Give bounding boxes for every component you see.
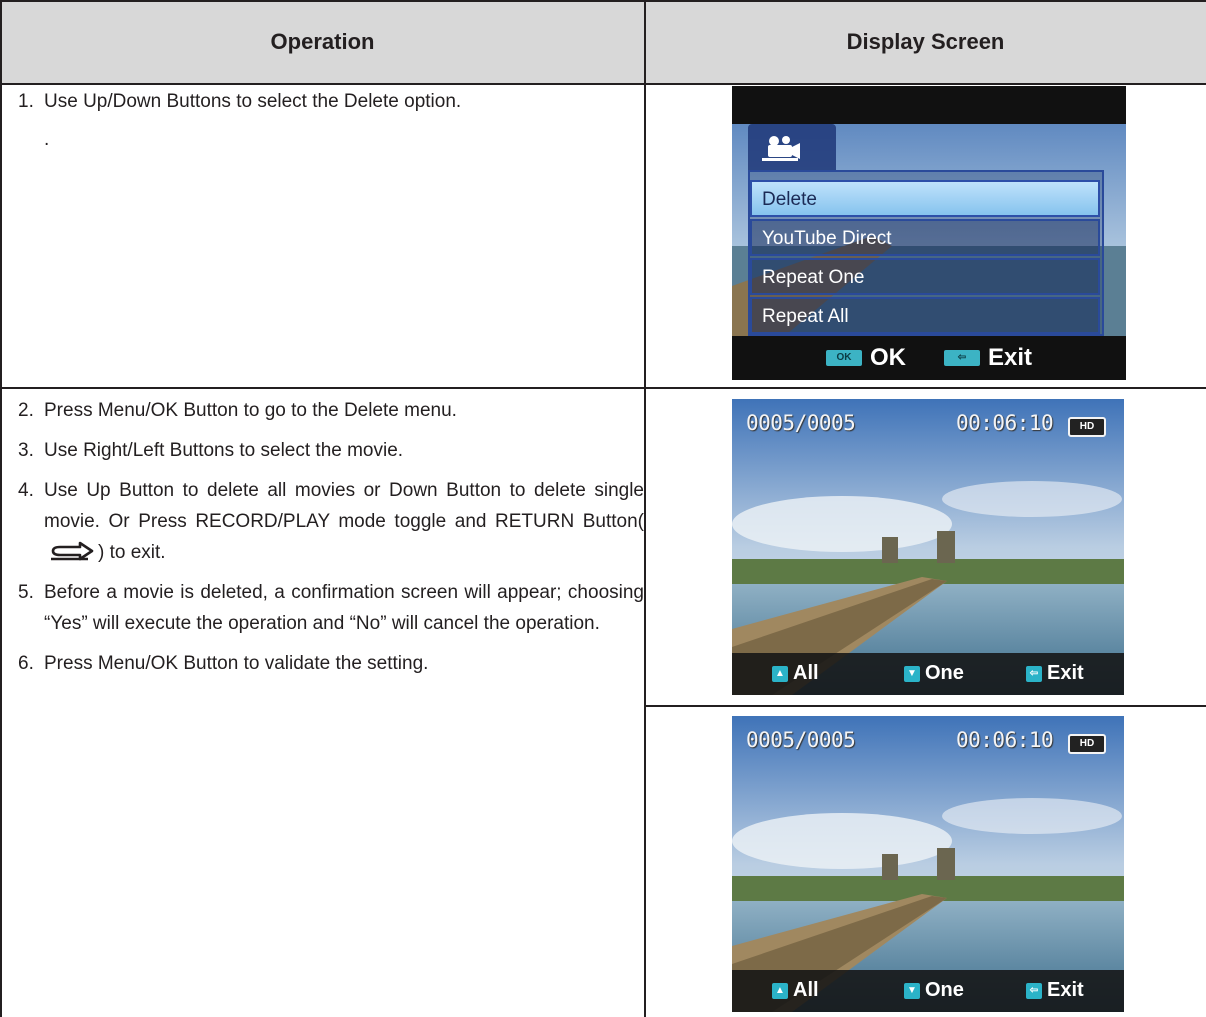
all-key: ▲ All [772, 979, 819, 1002]
table-column-divider [644, 0, 646, 1017]
table-border-left [0, 0, 2, 1017]
step-number: 4. [18, 480, 34, 501]
ok-label: OK [869, 344, 906, 371]
step-item: 3. Use Right/Left Buttons to select the … [18, 435, 644, 466]
hd-badge: HD [1068, 417, 1106, 437]
hd-badge: HD [1068, 734, 1106, 754]
up-arrow-icon: ▲ [772, 665, 788, 682]
exit-key: ⇦ Exit [1026, 979, 1084, 1002]
return-button-icon [51, 541, 94, 561]
table-row-divider [0, 387, 1206, 389]
step-number: 3. [18, 440, 34, 461]
one-key: ▼ One [904, 979, 964, 1002]
background-photo [732, 399, 1124, 695]
step-text: Use Up/Down Buttons to select the Delete… [44, 91, 462, 112]
step-text: Press Menu/OK Button to validate the set… [44, 653, 429, 674]
menu-tab [748, 124, 836, 170]
background-photo [732, 716, 1124, 1012]
step-number: 5. [18, 582, 34, 603]
step-number: 2. [18, 400, 34, 421]
step-number: 1. [18, 91, 34, 112]
menu-item-youtube-direct[interactable]: YouTube Direct [750, 219, 1100, 256]
step-number: 6. [18, 653, 34, 674]
exit-key: ⇦ Exit [943, 344, 1032, 372]
table-border-top [0, 0, 1206, 2]
file-counter: 0005/0005 [746, 411, 856, 435]
one-label: One [925, 979, 964, 1001]
file-counter: 0005/0005 [746, 728, 856, 752]
playback-footer: ▲ All ▼ One ⇦ Exit [732, 970, 1124, 1012]
exit-label: Exit [1047, 662, 1084, 684]
column-header-operation: Operation [0, 0, 645, 84]
screen-cell-divider [645, 705, 1206, 707]
step-text-after: ) to exit. [98, 542, 166, 563]
timecode: 00:06:10 [956, 728, 1054, 752]
exit-label: Exit [1047, 979, 1084, 1001]
step-item: 5. Before a movie is deleted, a confirma… [18, 577, 644, 639]
exit-label: Exit [987, 344, 1032, 371]
return-key-icon: ⇦ [1026, 982, 1042, 999]
movie-camera-icon [762, 136, 800, 161]
table-header-divider [0, 83, 1206, 85]
step-item: 6. Press Menu/OK Button to validate the … [18, 648, 644, 679]
step-text: Before a movie is deleted, a confirmatio… [44, 582, 644, 634]
return-key-icon: ⇦ [943, 350, 980, 366]
playback-screenshot: 0005/0005 00:06:10 HD ▲ All ▼ One ⇦ Exit [732, 399, 1124, 695]
menu-top-bar [732, 86, 1126, 124]
menu-footer: OK OK ⇦ Exit [732, 336, 1126, 380]
all-label: All [793, 662, 819, 684]
step-item: . [18, 124, 644, 155]
operation-cell-1: 1. Use Up/Down Buttons to select the Del… [18, 86, 644, 164]
down-arrow-icon: ▼ [904, 982, 920, 999]
down-arrow-icon: ▼ [904, 665, 920, 682]
return-key-icon: ⇦ [1026, 665, 1042, 682]
playback-footer: ▲ All ▼ One ⇦ Exit [732, 653, 1124, 695]
menu-item-delete[interactable]: Delete [750, 180, 1100, 217]
playback-screenshot: 0005/0005 00:06:10 HD ▲ All ▼ One ⇦ Exit [732, 716, 1124, 1012]
step-text: . [44, 129, 50, 150]
step-text-before: Use Up Button to delete all movies or Do… [44, 480, 644, 532]
all-label: All [793, 979, 819, 1001]
step-item: 4. Use Up Button to delete all movies or… [18, 475, 644, 568]
operation-cell-2: 2. Press Menu/OK Button to go to the Del… [18, 395, 644, 688]
one-key: ▼ One [904, 662, 964, 685]
step-number [18, 124, 44, 155]
step-item: 1. Use Up/Down Buttons to select the Del… [18, 86, 644, 117]
step-text: Use Right/Left Buttons to select the mov… [44, 440, 404, 461]
all-key: ▲ All [772, 662, 819, 685]
step-text: Press Menu/OK Button to go to the Delete… [44, 400, 457, 421]
ok-key: OK OK [825, 344, 906, 372]
step-text: Use Up Button to delete all movies or Do… [44, 475, 644, 568]
one-label: One [925, 662, 964, 684]
column-header-display-screen: Display Screen [645, 0, 1206, 84]
exit-key: ⇦ Exit [1026, 662, 1084, 685]
up-arrow-icon: ▲ [772, 982, 788, 999]
menu-screenshot: Delete YouTube Direct Repeat One Repeat … [732, 86, 1126, 380]
ok-key-icon: OK [825, 350, 862, 366]
menu-item-repeat-one[interactable]: Repeat One [750, 258, 1100, 295]
step-item: 2. Press Menu/OK Button to go to the Del… [18, 395, 644, 426]
timecode: 00:06:10 [956, 411, 1054, 435]
menu-item-repeat-all[interactable]: Repeat All [750, 297, 1100, 334]
